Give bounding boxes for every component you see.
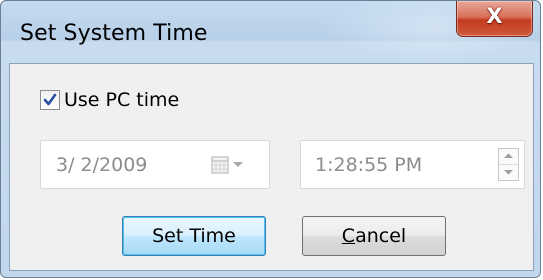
cancel-button[interactable]: Cancel <box>302 216 446 256</box>
spin-down-button[interactable] <box>499 165 518 181</box>
spin-up-button[interactable] <box>499 149 518 165</box>
date-picker[interactable]: 3/ 2/2009 <box>40 140 270 189</box>
close-button[interactable]: X <box>456 1 533 37</box>
set-system-time-dialog: Set System Time X Use PC time 3/ 2/2009 <box>0 0 541 278</box>
set-time-label: Set Time <box>152 225 236 247</box>
use-pc-time-label[interactable]: Use PC time <box>64 89 179 111</box>
close-icon: X <box>486 4 503 28</box>
dialog-body: Use PC time 3/ 2/2009 1:28:55 PM Set Tim… <box>9 63 534 271</box>
arrow-up-icon <box>504 153 513 159</box>
arrow-down-icon <box>504 170 513 175</box>
use-pc-time-checkbox[interactable] <box>40 90 60 110</box>
calendar-dropdown-icon[interactable] <box>211 156 249 174</box>
dialog-title: Set System Time <box>20 21 208 46</box>
time-picker[interactable]: 1:28:55 PM <box>300 140 525 189</box>
time-value: 1:28:55 PM <box>315 154 423 176</box>
cancel-label-rest: ancel <box>355 225 407 247</box>
set-time-button[interactable]: Set Time <box>122 216 266 256</box>
cancel-label: Cancel <box>342 225 406 247</box>
date-value: 3/ 2/2009 <box>56 154 148 176</box>
use-pc-time-row[interactable]: Use PC time <box>40 86 179 114</box>
cancel-mnemonic: C <box>341 225 356 247</box>
checkmark-icon <box>43 93 57 106</box>
title-bar[interactable]: Set System Time X <box>1 1 540 63</box>
time-spinner[interactable] <box>498 148 519 181</box>
